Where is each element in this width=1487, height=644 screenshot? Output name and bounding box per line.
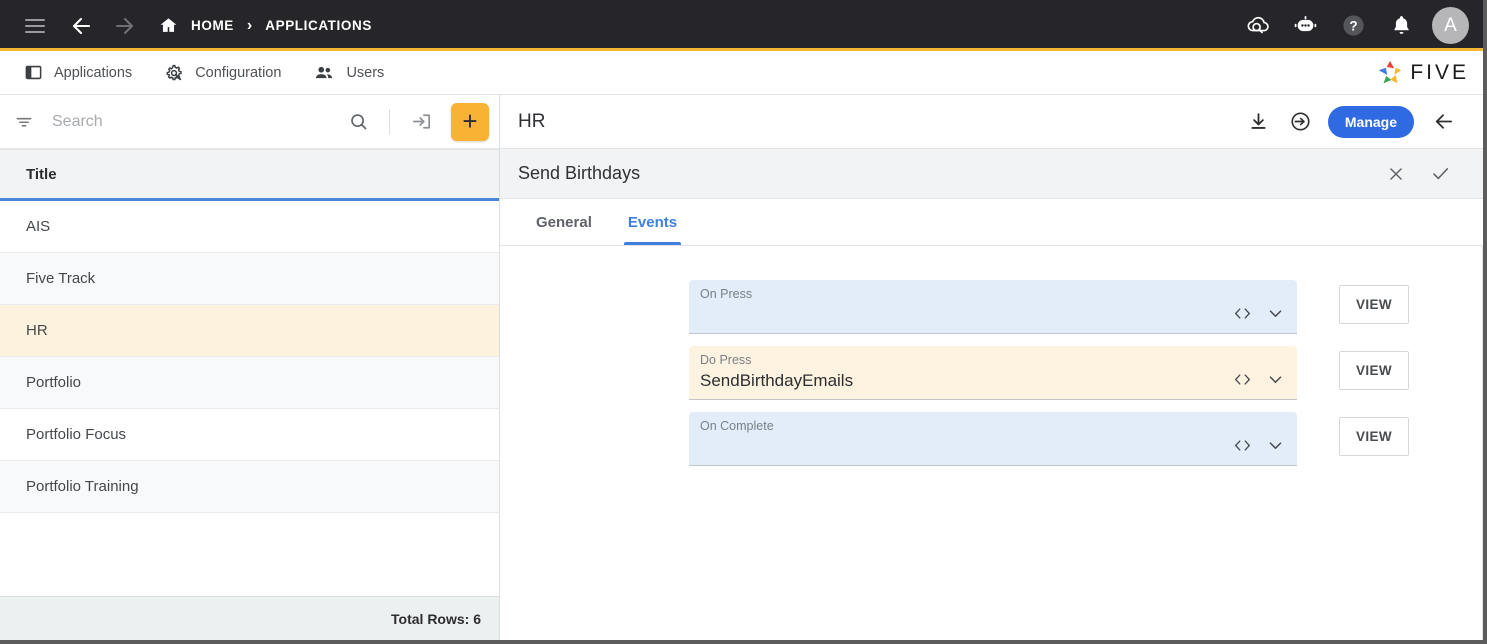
event-row-do-press: Do Press SendBirthdayEmails VIEW — [500, 346, 1482, 400]
search-toolbar: + — [0, 95, 499, 149]
users-icon — [313, 62, 335, 84]
back-arrow-icon[interactable] — [64, 9, 98, 43]
chevron-down-icon[interactable] — [1266, 370, 1285, 389]
on-press-label: On Press — [700, 287, 1297, 302]
chatbot-icon[interactable] — [1288, 9, 1322, 43]
panel-icon — [24, 63, 43, 82]
search-input[interactable] — [40, 113, 334, 131]
applications-sidebar: + Title AIS Five Track HR Portfolio Port… — [0, 95, 500, 640]
main-body: + Title AIS Five Track HR Portfolio Port… — [0, 95, 1483, 640]
do-press-label: Do Press — [700, 353, 1297, 368]
breadcrumb-home[interactable]: HOME — [191, 18, 234, 33]
forward-arrow-icon[interactable] — [108, 9, 142, 43]
breadcrumb-separator: › — [247, 17, 252, 35]
manage-button[interactable]: Manage — [1328, 106, 1414, 138]
list-item-label: HR — [26, 322, 48, 339]
cloud-check-icon[interactable] — [1240, 9, 1274, 43]
breadcrumb-applications[interactable]: APPLICATIONS — [265, 18, 372, 33]
events-content: On Press VIEW — [500, 246, 1483, 640]
breadcrumb: HOME › APPLICATIONS — [158, 9, 372, 43]
view-button-on-press[interactable]: VIEW — [1339, 285, 1409, 324]
close-icon[interactable] — [1374, 164, 1418, 184]
list-item[interactable]: Portfolio Focus — [0, 409, 499, 461]
five-star-mark — [1375, 58, 1405, 88]
list-item-label: Portfolio Training — [26, 478, 139, 495]
application-window: HOME › APPLICATIONS ? A App — [0, 0, 1487, 644]
event-row-on-complete: On Complete VIEW — [500, 412, 1482, 466]
add-application-button[interactable]: + — [451, 103, 489, 141]
on-press-field-icons — [1233, 304, 1285, 323]
view-button-do-press[interactable]: VIEW — [1339, 351, 1409, 390]
record-subheader: Send Birthdays — [500, 149, 1483, 199]
hamburger-menu-icon[interactable] — [18, 9, 52, 43]
chevron-down-icon[interactable] — [1266, 436, 1285, 455]
event-row-on-press: On Press VIEW — [500, 280, 1482, 334]
import-icon[interactable] — [402, 110, 441, 133]
page-title: HR — [518, 111, 545, 133]
download-icon[interactable] — [1238, 111, 1279, 132]
record-title: Send Birthdays — [518, 163, 640, 184]
check-icon[interactable] — [1418, 163, 1463, 184]
home-icon[interactable] — [158, 9, 178, 43]
on-complete-label: On Complete — [700, 419, 1297, 434]
tab-general[interactable]: General — [518, 199, 610, 245]
panel-back-arrow-icon[interactable] — [1422, 110, 1465, 133]
toolbar-divider — [389, 109, 390, 135]
help-icon[interactable]: ? — [1336, 9, 1370, 43]
chevron-down-icon[interactable] — [1266, 304, 1285, 323]
svg-text:?: ? — [1349, 19, 1357, 34]
section-tab-strip: Applications Configuration Users FIVE — [0, 51, 1483, 95]
top-navigation-bar: HOME › APPLICATIONS ? A — [0, 0, 1483, 51]
gear-wrench-icon — [164, 63, 184, 83]
list-item-label: AIS — [26, 218, 50, 235]
topbar-actions: ? A — [1240, 7, 1469, 44]
bell-icon[interactable] — [1384, 9, 1418, 43]
do-press-value: SendBirthdayEmails — [700, 369, 1297, 392]
list-item[interactable]: AIS — [0, 201, 499, 253]
filter-icon[interactable] — [14, 112, 34, 132]
detail-tabs: General Events — [500, 199, 1483, 246]
tab-general-label: General — [536, 214, 592, 231]
nav-tab-applications[interactable]: Applications — [14, 51, 154, 94]
view-button-on-complete[interactable]: VIEW — [1339, 417, 1409, 456]
list-item-label: Portfolio — [26, 374, 81, 391]
sign-in-circle-icon[interactable] — [1279, 110, 1322, 133]
on-press-field[interactable]: On Press — [689, 280, 1297, 334]
nav-tab-users-label: Users — [346, 65, 384, 81]
column-header-title[interactable]: Title — [0, 149, 499, 201]
list-item-label: Five Track — [26, 270, 95, 287]
on-complete-field[interactable]: On Complete — [689, 412, 1297, 466]
tab-events[interactable]: Events — [610, 199, 695, 245]
detail-panel: HR Manage Send Birthdays — [500, 95, 1483, 640]
list-item-selected[interactable]: HR — [0, 305, 499, 357]
do-press-field[interactable]: Do Press SendBirthdayEmails — [689, 346, 1297, 400]
applications-list: AIS Five Track HR Portfolio Portfolio Fo… — [0, 201, 499, 596]
total-rows-status: Total Rows: 6 — [0, 596, 499, 640]
tab-events-label: Events — [628, 214, 677, 231]
nav-tab-configuration[interactable]: Configuration — [154, 51, 303, 94]
five-logo-text: FIVE — [1410, 61, 1469, 85]
list-item[interactable]: Portfolio Training — [0, 461, 499, 513]
five-logo: FIVE — [1375, 58, 1469, 88]
list-item[interactable]: Five Track — [0, 253, 499, 305]
do-press-field-icons — [1233, 370, 1285, 389]
search-icon[interactable] — [340, 111, 377, 132]
on-complete-field-icons — [1233, 436, 1285, 455]
avatar[interactable]: A — [1432, 7, 1469, 44]
detail-panel-header: HR Manage — [500, 95, 1483, 149]
list-item[interactable]: Portfolio — [0, 357, 499, 409]
list-item-label: Portfolio Focus — [26, 426, 126, 443]
nav-tab-configuration-label: Configuration — [195, 65, 281, 81]
code-brackets-icon[interactable] — [1233, 438, 1252, 453]
code-brackets-icon[interactable] — [1233, 372, 1252, 387]
nav-tab-users[interactable]: Users — [303, 51, 406, 94]
code-brackets-icon[interactable] — [1233, 306, 1252, 321]
nav-tab-applications-label: Applications — [54, 65, 132, 81]
